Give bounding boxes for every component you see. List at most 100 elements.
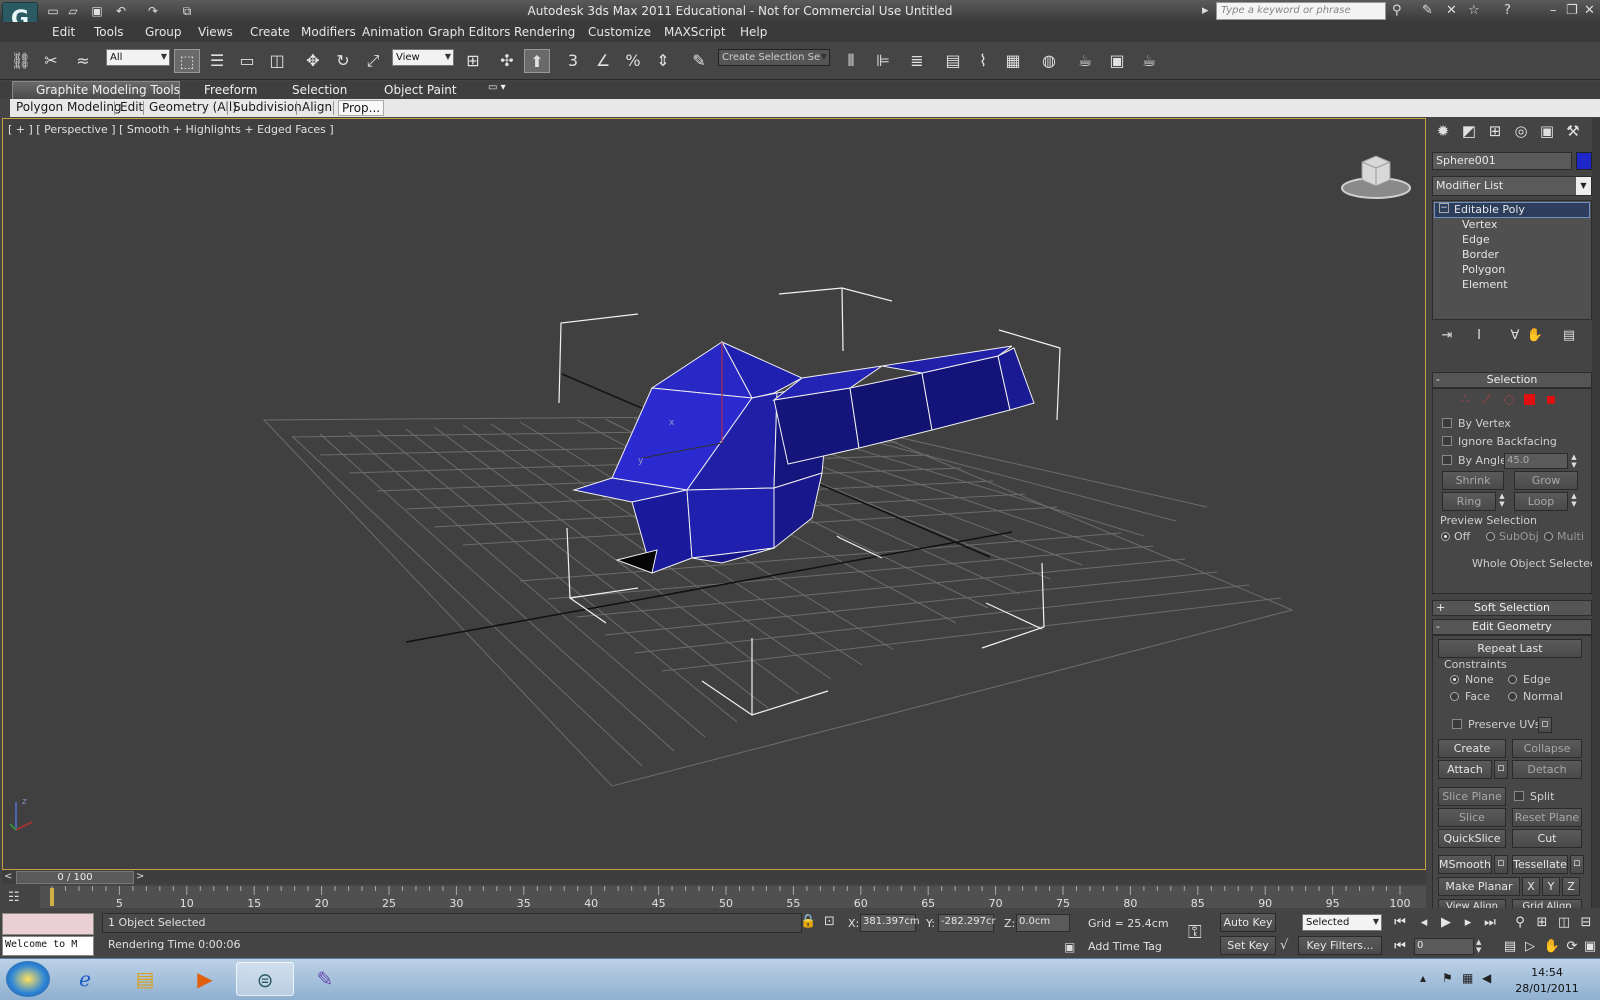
show-end-result-icon[interactable]: Ⅰ bbox=[1470, 328, 1488, 346]
by-vertex-checkbox[interactable] bbox=[1442, 418, 1452, 428]
media-player-icon[interactable]: ▶ bbox=[176, 962, 234, 996]
clock-time[interactable]: 14:54 bbox=[1512, 966, 1582, 979]
set-key-button[interactable]: Set Key bbox=[1220, 936, 1276, 955]
reset-plane-button[interactable]: Reset Plane bbox=[1512, 808, 1582, 827]
attach-button[interactable]: Attach bbox=[1438, 760, 1492, 779]
percent-snap-icon[interactable]: % bbox=[620, 49, 646, 73]
stack-item-polygon[interactable]: Polygon bbox=[1462, 263, 1505, 276]
angle-spinner-icon[interactable]: ▲ ▼ bbox=[1570, 453, 1578, 470]
remove-modifier-icon[interactable]: ✋ bbox=[1526, 328, 1544, 346]
modify-tab-icon[interactable]: ◩ bbox=[1458, 122, 1480, 144]
menu-edit[interactable]: Edit bbox=[52, 25, 75, 39]
maxscript-listener-output[interactable]: Welcome to M bbox=[2, 936, 94, 956]
msmooth-button[interactable]: MSmooth bbox=[1438, 855, 1492, 874]
constraint-none-radio[interactable] bbox=[1450, 675, 1459, 684]
maximize-viewport-icon[interactable]: ▣ bbox=[1580, 938, 1600, 956]
vertex-mode-icon[interactable]: ∴ bbox=[1458, 392, 1472, 406]
redo-icon[interactable]: ↷ bbox=[146, 4, 160, 18]
pin-stack-icon[interactable]: ⇥ bbox=[1438, 328, 1456, 346]
track-bar-toggle-icon[interactable]: ☷ bbox=[8, 890, 30, 906]
volume-icon[interactable]: ◀ bbox=[1482, 971, 1491, 985]
align-icon[interactable]: ⊫ bbox=[870, 49, 896, 73]
3ds-max-taskbar-icon[interactable]: ⊜ bbox=[236, 962, 294, 996]
edit-named-selection-icon[interactable]: ✎ bbox=[686, 49, 712, 73]
modifier-list-dropdown[interactable]: Modifier List bbox=[1432, 176, 1592, 196]
infocenter-icon[interactable]: ⚲ bbox=[1392, 3, 1402, 18]
display-tab-icon[interactable]: ▣ bbox=[1536, 122, 1558, 144]
minimize-icon[interactable]: – bbox=[1550, 3, 1557, 18]
stack-item-element[interactable]: Element bbox=[1462, 278, 1508, 291]
next-frame-icon[interactable]: ▸ bbox=[1458, 914, 1478, 932]
undo-icon[interactable]: ↶ bbox=[114, 4, 128, 18]
zoom-extents-all-icon[interactable]: ⊟ bbox=[1576, 914, 1596, 932]
tab-object-paint[interactable]: Object Paint bbox=[384, 83, 457, 97]
file-explorer-icon[interactable]: ▤ bbox=[116, 962, 174, 996]
time-slider-track[interactable] bbox=[2, 870, 1426, 884]
stack-item-border[interactable]: Border bbox=[1462, 248, 1499, 261]
soft-selection-rollout-header[interactable]: Soft Selection bbox=[1432, 600, 1592, 616]
manipulate-icon[interactable]: ✣ bbox=[494, 49, 520, 73]
z-coord-field[interactable]: 0.0cm bbox=[1016, 914, 1070, 932]
tessellate-settings-icon[interactable]: ▫ bbox=[1570, 855, 1584, 874]
menu-modifiers[interactable]: Modifiers bbox=[301, 25, 356, 39]
go-to-end-icon[interactable]: ⏭ bbox=[1480, 914, 1500, 932]
select-by-name-icon[interactable]: ☰ bbox=[204, 49, 230, 73]
x-coord-field[interactable]: 381.397cm bbox=[860, 914, 920, 932]
key-mode-toggle-icon[interactable]: ⏮ bbox=[1390, 938, 1410, 956]
go-to-start-icon[interactable]: ⏮ bbox=[1390, 914, 1410, 932]
constraint-face-radio[interactable] bbox=[1450, 692, 1459, 701]
subtab-geometry[interactable]: Geometry (All) bbox=[149, 100, 237, 114]
render-production-icon[interactable]: ☕ bbox=[1136, 49, 1162, 73]
split-checkbox[interactable] bbox=[1514, 791, 1524, 801]
zoom-extents-icon[interactable]: ◫ bbox=[1554, 914, 1574, 932]
subtab-edit[interactable]: Edit bbox=[120, 100, 143, 114]
project-folder-icon[interactable]: ⧉ bbox=[180, 4, 194, 18]
subtab-align[interactable]: Align bbox=[302, 100, 332, 114]
tab-graphite-modeling-tools[interactable]: Graphite Modeling Tools bbox=[36, 83, 180, 97]
subtab-properties[interactable]: Prop... bbox=[338, 100, 385, 116]
spinner-snap-icon[interactable]: ⇕ bbox=[650, 49, 676, 73]
motion-tab-icon[interactable]: ◎ bbox=[1510, 122, 1532, 144]
planar-z-button[interactable]: Z bbox=[1562, 877, 1580, 896]
subscription-icon[interactable]: ✎ bbox=[1422, 3, 1433, 18]
window-crossing-icon[interactable]: ◫ bbox=[264, 49, 290, 73]
menu-tools[interactable]: Tools bbox=[94, 25, 124, 39]
slice-plane-button[interactable]: Slice Plane bbox=[1438, 787, 1506, 806]
ring-button[interactable]: Ring bbox=[1442, 492, 1496, 511]
pivot-center-icon[interactable]: ⊞ bbox=[460, 49, 486, 73]
grow-button[interactable]: Grow bbox=[1514, 471, 1578, 490]
attach-settings-icon[interactable]: ▫ bbox=[1494, 760, 1508, 779]
scale-icon[interactable]: ⤢ bbox=[360, 49, 386, 73]
menu-rendering[interactable]: Rendering bbox=[514, 25, 575, 39]
mirror-icon[interactable]: ⫴ bbox=[838, 49, 864, 73]
polygon-mode-icon[interactable] bbox=[1524, 394, 1535, 405]
y-coord-field[interactable]: -282.297cr bbox=[938, 914, 996, 932]
rotate-icon[interactable]: ↻ bbox=[330, 49, 356, 73]
viewcube-icon[interactable] bbox=[1336, 152, 1416, 208]
preserve-uvs-checkbox[interactable] bbox=[1452, 719, 1462, 729]
selection-rollout-header[interactable]: Selection bbox=[1432, 372, 1592, 388]
maxscript-mini-listener[interactable] bbox=[2, 913, 94, 935]
named-selection-dropdown[interactable]: Create Selection Se bbox=[718, 49, 830, 66]
planar-y-button[interactable]: Y bbox=[1542, 877, 1560, 896]
help-icon[interactable]: ? bbox=[1504, 3, 1511, 18]
menu-graph-editors[interactable]: Graph Editors bbox=[428, 25, 510, 39]
save-icon[interactable]: ▣ bbox=[90, 4, 104, 18]
previous-frame-icon[interactable]: ◂ bbox=[1414, 914, 1434, 932]
current-frame-field[interactable]: 0 bbox=[1414, 938, 1474, 955]
tab-selection[interactable]: Selection bbox=[292, 83, 347, 97]
configure-modifier-sets-icon[interactable]: ▤ bbox=[1560, 328, 1578, 346]
key-filters-button[interactable]: Key Filters... bbox=[1298, 936, 1382, 955]
key-icon[interactable]: ⚿ bbox=[1188, 922, 1202, 943]
create-button[interactable]: Create bbox=[1438, 739, 1506, 758]
pan-icon[interactable]: ✋ bbox=[1542, 938, 1562, 956]
menu-maxscript[interactable]: MAXScript bbox=[664, 25, 726, 39]
zoom-all-icon[interactable]: ⊞ bbox=[1532, 914, 1552, 932]
select-object-icon[interactable]: ⬚ bbox=[174, 49, 200, 73]
material-editor-icon[interactable]: ◍ bbox=[1036, 49, 1062, 73]
angle-snap-icon[interactable]: ∠ bbox=[590, 49, 616, 73]
object-color-swatch[interactable] bbox=[1576, 152, 1592, 170]
edit-geometry-rollout-header[interactable]: Edit Geometry bbox=[1432, 619, 1592, 635]
element-mode-icon[interactable]: ◼ bbox=[1544, 392, 1558, 406]
repeat-last-button[interactable]: Repeat Last bbox=[1438, 639, 1582, 658]
